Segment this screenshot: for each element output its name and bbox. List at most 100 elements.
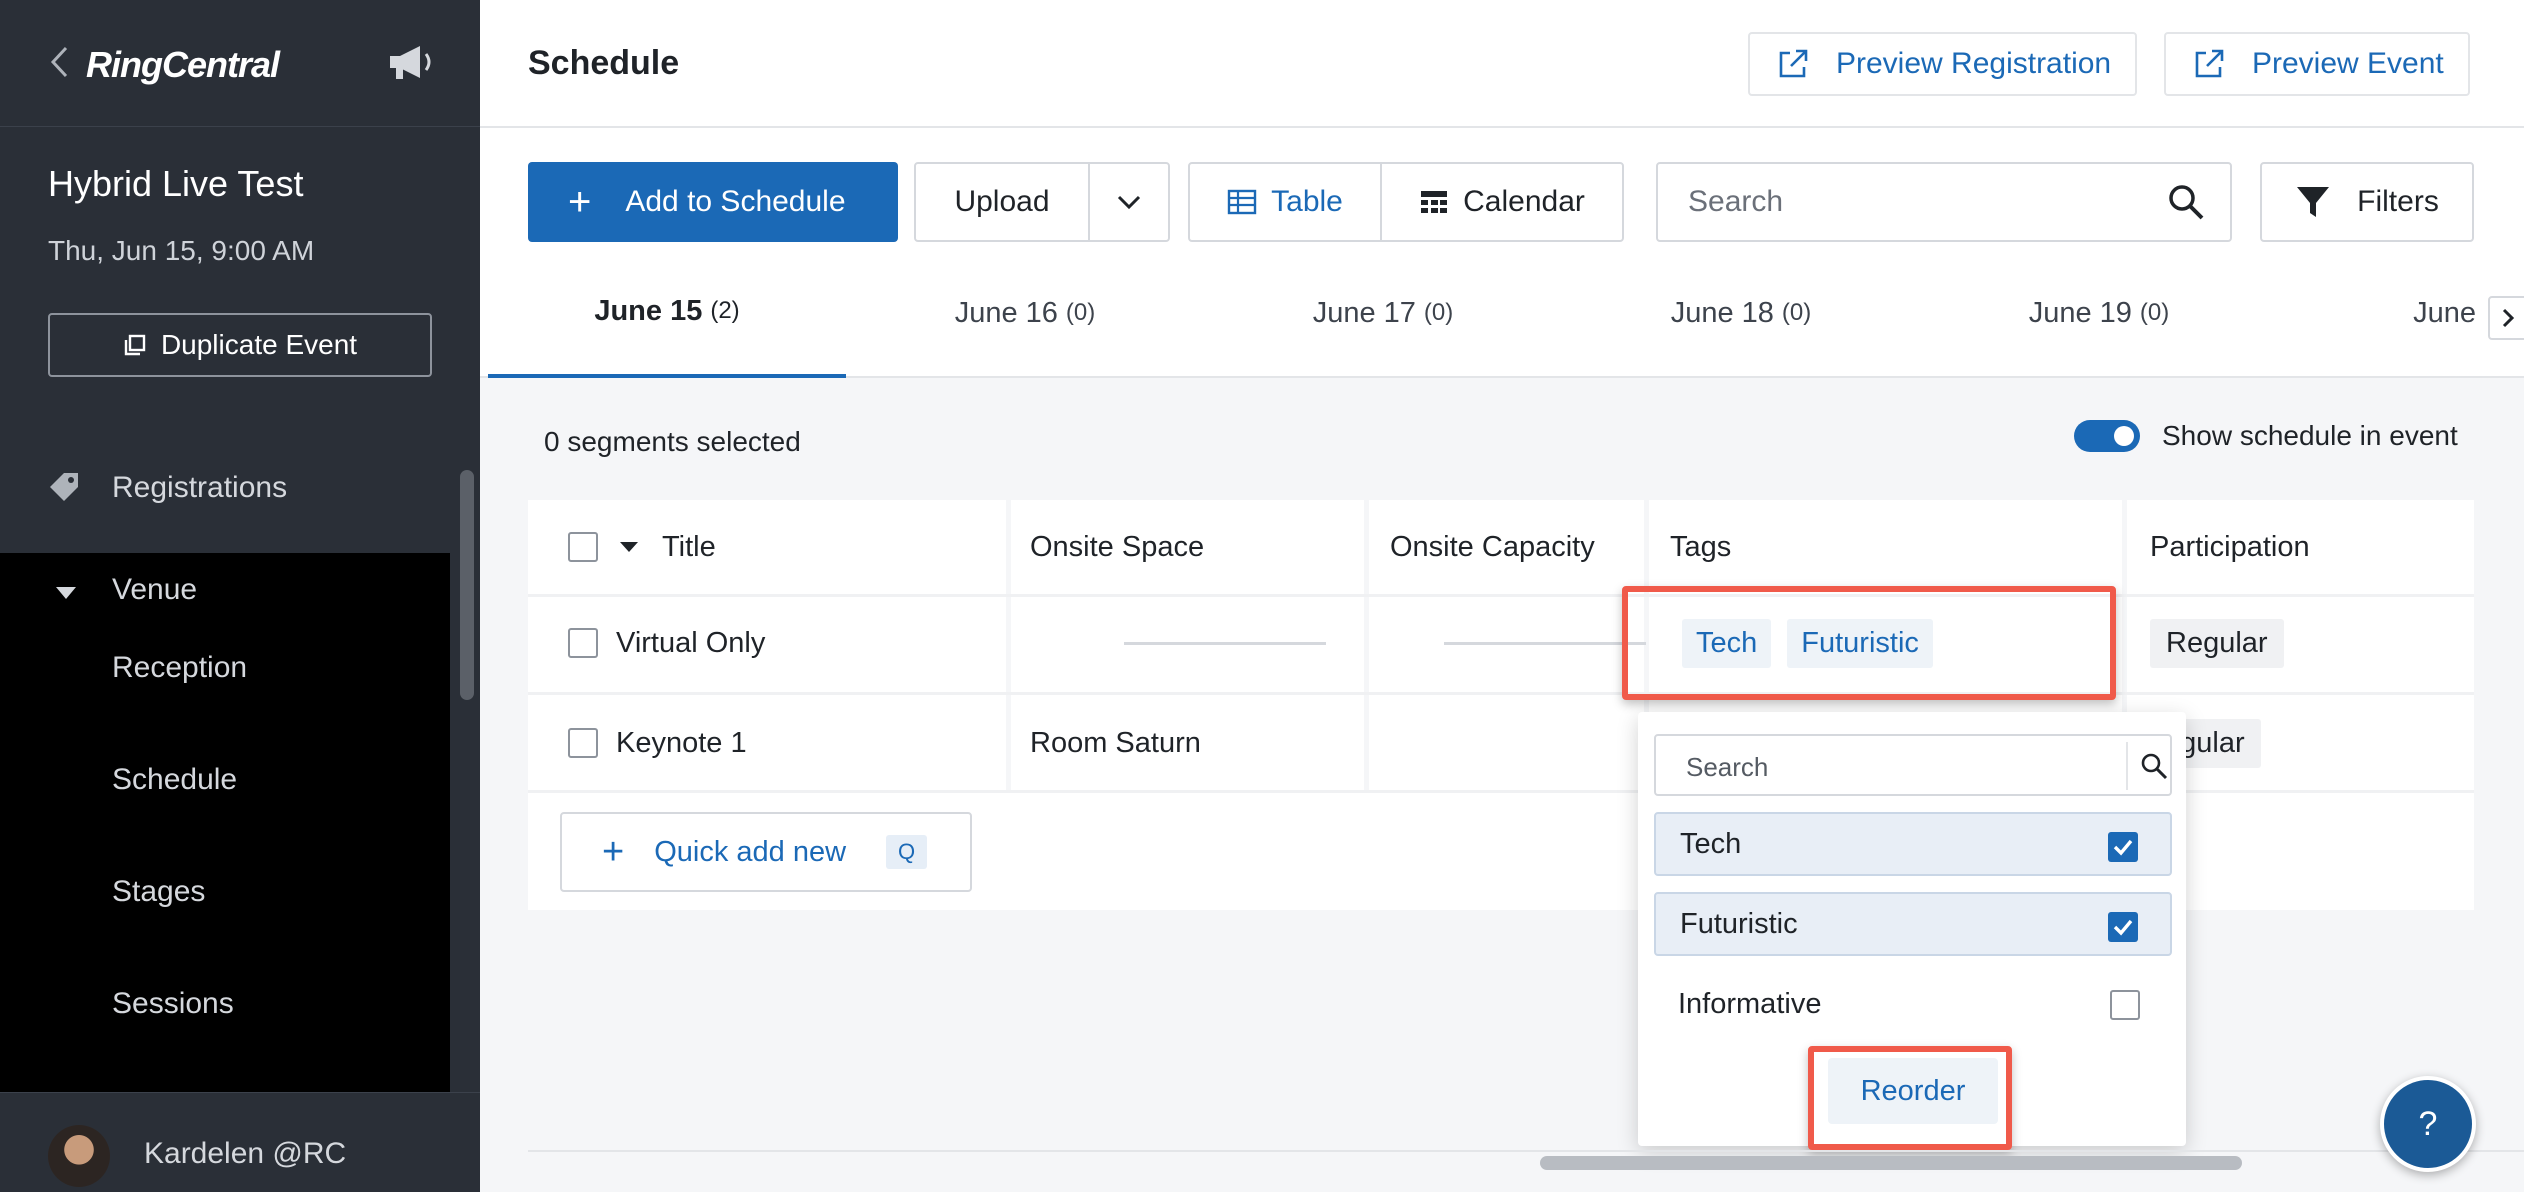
tab-count: (0) — [1423, 299, 1454, 326]
user-profile[interactable]: Kardelen @RC — [0, 1092, 480, 1192]
checkbox-checked[interactable] — [2108, 832, 2138, 862]
caret-down-icon[interactable] — [620, 542, 638, 552]
tags-search-input[interactable] — [1686, 750, 2106, 784]
reorder-button[interactable]: Reorder — [1828, 1058, 1998, 1124]
chevron-down-icon — [1117, 195, 1141, 210]
add-to-schedule-button[interactable]: + Add to Schedule — [528, 162, 898, 242]
column-header-onsite-space[interactable]: Onsite Space — [1030, 500, 1204, 594]
sidebar: RingCentral Hybrid Live Test Thu, Jun 15… — [0, 0, 480, 1192]
calendar-view-label: Calendar — [1463, 185, 1585, 218]
row-title[interactable]: Virtual Only — [616, 627, 765, 660]
selection-count: 0 segments selected — [544, 426, 801, 457]
checkbox-checked[interactable] — [2108, 912, 2138, 942]
tab-june-17[interactable]: June 17 (0) — [1204, 248, 1562, 378]
event-title: Hybrid Live Test — [48, 163, 304, 204]
user-name: Kardelen @RC — [144, 1137, 347, 1170]
checkmark-icon — [2113, 839, 2133, 856]
caret-down-icon — [56, 587, 76, 599]
table-icon — [1227, 189, 1257, 215]
table-row[interactable]: Virtual Only — [568, 594, 765, 692]
tab-june-16[interactable]: June 16 (0) — [846, 248, 1204, 378]
tab-label: June — [2413, 296, 2476, 329]
ringcentral-logo: RingCentral — [86, 44, 280, 85]
plus-icon: + — [568, 180, 592, 224]
tab-count: (0) — [1065, 299, 1096, 326]
column-header-title[interactable]: Title — [662, 531, 716, 564]
preview-event-label: Preview Event — [2252, 47, 2444, 80]
external-link-icon — [2195, 49, 2224, 78]
row-title[interactable]: Keynote 1 — [616, 727, 747, 760]
row-tags[interactable]: Tech Futuristic — [1682, 594, 1949, 692]
tab-label: June 15 — [594, 294, 703, 327]
plus-icon: + — [602, 831, 625, 873]
quick-add-label: Quick add new — [654, 835, 847, 868]
tag-option-tech[interactable]: Tech — [1654, 812, 2172, 876]
sidebar-item-stages[interactable]: Stages — [112, 875, 205, 909]
sidebar-item-schedule[interactable]: Schedule — [112, 763, 237, 797]
quick-add-button[interactable]: + Quick add new Q — [560, 812, 972, 892]
ticket-icon — [50, 473, 78, 501]
filters-button[interactable]: Filters — [2260, 162, 2474, 242]
sidebar-item-reception[interactable]: Reception — [112, 651, 247, 685]
horizontal-scroll-track — [528, 1150, 2524, 1152]
tag-chip[interactable]: Futuristic — [1787, 618, 1933, 668]
sidebar-item-registrations[interactable]: Registrations — [0, 393, 450, 553]
row-onsite-space: Room Saturn — [1030, 726, 1201, 759]
tag-option-informative[interactable]: Informative — [1654, 972, 2172, 1036]
column-header-participation[interactable]: Participation — [2150, 500, 2310, 594]
upload-button[interactable]: Upload — [914, 162, 1090, 242]
tabs-next-button[interactable] — [2488, 296, 2524, 340]
sidebar-item-venue[interactable]: Venue — [0, 553, 450, 633]
external-link-icon — [1779, 49, 1808, 78]
sidebar-nav: Registrations Venue Reception Schedule S… — [0, 393, 450, 1153]
tag-option-label: Tech — [1680, 827, 1742, 860]
select-all-header: Title — [568, 500, 716, 594]
venue-section: Venue Reception Schedule Stages Sessions — [0, 553, 450, 1153]
column-divider — [1006, 500, 1011, 792]
tab-june-partial[interactable]: June — [2278, 248, 2488, 378]
calendar-view-button[interactable]: Calendar — [1380, 162, 1624, 242]
megaphone-icon[interactable] — [386, 42, 434, 82]
page-header: Schedule Preview Registration Preview Ev… — [480, 0, 2524, 128]
sidebar-scrollbar-thumb[interactable] — [460, 470, 474, 700]
column-header-onsite-capacity[interactable]: Onsite Capacity — [1390, 500, 1595, 594]
tab-label: June 17 — [1312, 296, 1416, 329]
add-to-schedule-label: Add to Schedule — [625, 185, 846, 218]
sidebar-header: RingCentral — [0, 0, 480, 127]
empty-value — [1444, 642, 1646, 645]
upload-options-button[interactable] — [1088, 162, 1170, 242]
row-checkbox[interactable] — [568, 728, 598, 758]
table-view-button[interactable]: Table — [1188, 162, 1382, 242]
tab-june-19[interactable]: June 19 (0) — [1920, 248, 2278, 378]
checkmark-icon — [2113, 919, 2133, 936]
calendar-icon — [1421, 191, 1448, 213]
tab-june-18[interactable]: June 18 (0) — [1562, 248, 1920, 378]
help-button[interactable]: ? — [2380, 1076, 2476, 1172]
search-icon[interactable] — [2140, 752, 2168, 780]
table-view-label: Table — [1271, 185, 1343, 218]
sidebar-item-label: Venue — [112, 573, 198, 606]
row-checkbox[interactable] — [568, 628, 598, 658]
column-divider — [1364, 500, 1369, 792]
tags-search — [1654, 734, 2172, 796]
checkbox-unchecked[interactable] — [2110, 990, 2140, 1020]
duplicate-event-button[interactable]: Duplicate Event — [48, 313, 432, 377]
horizontal-scrollbar-thumb[interactable] — [1540, 1156, 2242, 1170]
preview-registration-label: Preview Registration — [1836, 47, 2112, 80]
event-summary: Hybrid Live Test Thu, Jun 15, 9:00 AM Du… — [0, 127, 480, 393]
table-row[interactable]: Keynote 1 — [568, 694, 747, 792]
main-content: Schedule Preview Registration Preview Ev… — [480, 0, 2524, 1192]
column-header-tags[interactable]: Tags — [1670, 500, 1731, 594]
preview-event-button[interactable]: Preview Event — [2164, 32, 2470, 96]
select-all-checkbox[interactable] — [568, 532, 598, 562]
sidebar-item-sessions[interactable]: Sessions — [112, 987, 234, 1021]
search-input[interactable] — [1688, 182, 2128, 222]
tag-option-futuristic[interactable]: Futuristic — [1654, 892, 2172, 956]
chevron-left-icon[interactable] — [48, 44, 70, 80]
tag-chip[interactable]: Tech — [1682, 618, 1772, 668]
show-schedule-toggle[interactable] — [2074, 420, 2140, 452]
search-icon[interactable] — [2166, 182, 2206, 222]
preview-registration-button[interactable]: Preview Registration — [1748, 32, 2138, 96]
avatar — [48, 1125, 110, 1187]
tab-june-15[interactable]: June 15 (2) — [488, 248, 846, 378]
